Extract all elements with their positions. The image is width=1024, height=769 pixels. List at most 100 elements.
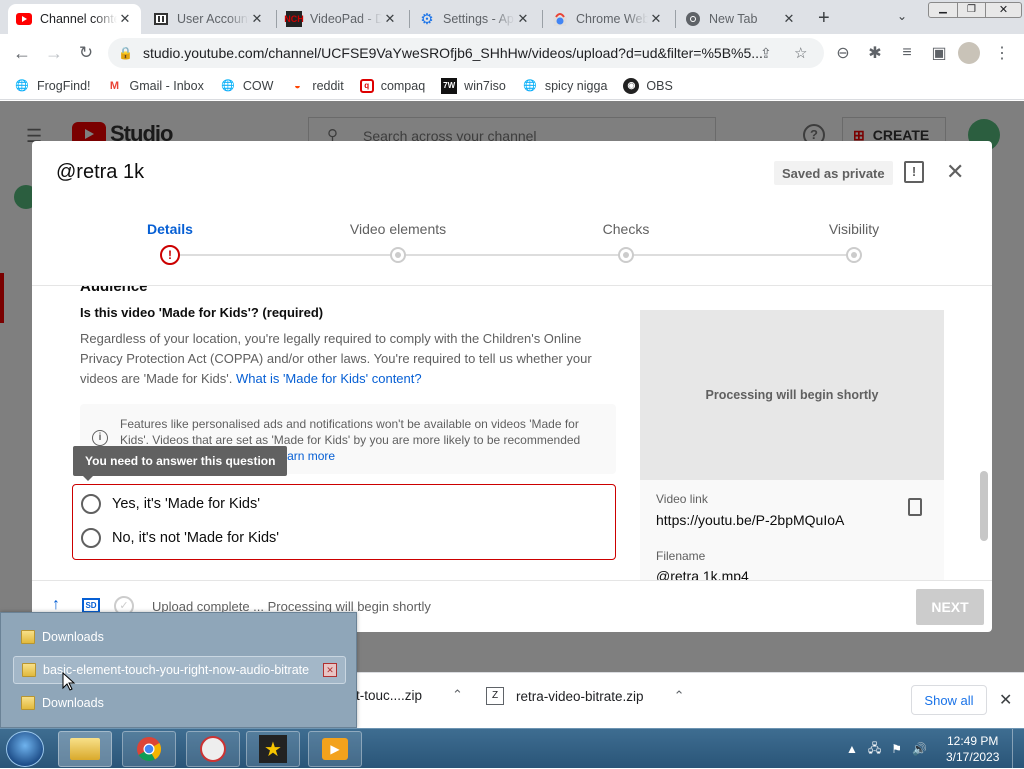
close-tab-icon[interactable]: ✕ [249,11,265,27]
video-link[interactable]: https://youtu.be/P-2bpMQuIoA [656,512,844,528]
film-star-icon: ★ [259,735,287,763]
close-window-icon[interactable]: ✕ [986,2,1022,18]
nch-icon: NCH [284,11,304,27]
reload-icon[interactable]: ↻ [75,42,97,64]
bookmark-obs[interactable]: ◉ OBS [623,77,673,94]
tab-chrome-web-store[interactable]: Chrome Web Store ✕ [544,4,672,34]
close-tab-icon[interactable]: ✕ [382,11,398,27]
taskbar-moviemaker[interactable]: ★ [246,731,300,767]
media-control-icon[interactable]: ≡ [896,42,918,64]
chevron-up-icon[interactable]: ⌃ [452,687,463,703]
github-icon: ◉ [623,77,640,94]
step-details[interactable]: Details [110,221,230,237]
show-hidden-icons-icon[interactable]: ▲ [846,742,858,756]
tab-channel-content[interactable]: Channel content ✕ [8,4,141,34]
info-icon: i [92,430,108,446]
chrome-web-store-icon [552,11,568,27]
radio-yes-made-for-kids[interactable]: Yes, it's 'Made for Kids' [81,494,260,514]
speedometer-icon [200,736,226,762]
settings-gear-icon: ⚙ [420,11,434,28]
extension-icon[interactable]: ⊖ [832,42,854,64]
minimize-icon[interactable]: ▁ [928,2,958,18]
bookmark-star-icon[interactable]: ☆ [794,44,807,62]
globe-icon: 🌐 [15,80,29,92]
close-tab-icon[interactable]: ✕ [515,11,531,27]
tab-title: New Tab [709,12,758,26]
forward-arrow-icon[interactable]: → [43,42,65,64]
gmail-icon: M [109,79,120,92]
bookmark-reddit[interactable]: ◒ reddit [289,78,344,94]
step-video-elements[interactable]: Video elements [338,221,458,237]
details-scroll-area[interactable]: Audience Is this video 'Made for Kids'? … [32,285,992,580]
new-tab-icon[interactable]: + [818,7,830,30]
bookmark-spicy[interactable]: 🌐 spicy nigga [522,78,608,94]
download-filename: t-touc....zip [356,687,423,703]
close-shelf-icon[interactable]: ✕ [999,690,1012,710]
clock[interactable]: 12:49 PM 3/17/2023 [946,729,999,769]
radio-yes-label: Yes, it's 'Made for Kids' [112,496,261,512]
download-item[interactable]: Z retra-video-bitrate.zip ⌃ [486,687,684,705]
remove-icon[interactable]: ✕ [323,663,337,677]
close-dialog-icon[interactable]: ✕ [946,159,964,185]
profile-avatar[interactable] [958,42,980,64]
jumplist-item-downloads[interactable]: Downloads [13,689,104,717]
taskbar-chrome[interactable] [122,731,176,767]
show-all-button[interactable]: Show all [911,685,987,715]
tab-search-chevron-icon[interactable]: ⌄ [897,9,907,23]
bookmark-compaq[interactable]: q compaq [359,78,425,93]
taskbar-explorer[interactable] [58,731,112,767]
sd-badge-icon: SD [82,598,100,613]
folder-icon [21,696,35,710]
step-checks[interactable]: Checks [566,221,686,237]
network-icon[interactable]: 🖧 [868,739,881,760]
close-tab-icon[interactable]: ✕ [648,11,664,27]
jumplist-item-downloads[interactable]: Downloads [13,623,104,651]
restore-icon[interactable]: ❐ [958,2,986,18]
validation-tooltip: You need to answer this question [73,446,288,481]
step-visibility[interactable]: Visibility [794,221,914,237]
volume-icon[interactable]: 🔊 [912,742,927,756]
made-for-kids-link[interactable]: What is 'Made for Kids' content? [236,371,422,386]
next-button[interactable]: NEXT [916,589,984,625]
taskbar-videopad[interactable]: ▶ [308,731,362,767]
error-step-icon: ! [160,245,180,265]
feedback-icon[interactable]: ! [904,161,924,183]
scrollbar-thumb[interactable] [980,471,988,541]
share-icon[interactable]: ⇪ [760,45,772,62]
lock-icon[interactable]: 🔒 [118,46,133,60]
clock-date: 3/17/2023 [946,750,1000,764]
close-tab-icon[interactable]: ✕ [117,11,133,27]
start-button[interactable] [6,731,44,767]
side-panel-icon[interactable]: ▣ [928,42,950,64]
bookmark-frogfind[interactable]: 🌐 FrogFind! [14,78,90,94]
made-for-kids-radio-group: Yes, it's 'Made for Kids' No, it's not '… [72,484,616,560]
back-arrow-icon[interactable]: ← [11,42,33,64]
menu-kebab-icon[interactable]: ⋮ [991,42,1013,64]
flag-error-icon[interactable]: ⚑ [891,742,902,756]
chevron-up-icon[interactable]: ⌃ [674,688,685,704]
tab-new-tab[interactable]: New Tab ✕ [677,4,805,34]
bookmark-cow[interactable]: 🌐 COW [220,78,273,94]
radio-no-made-for-kids[interactable]: No, it's not 'Made for Kids' [81,528,279,548]
taskbar-app[interactable] [186,731,240,767]
copy-icon[interactable] [908,498,922,516]
mouse-cursor-icon [62,672,76,691]
coppa-paragraph: Regardless of your location, you're lega… [80,329,610,389]
tab-settings[interactable]: ⚙ Settings - Appearance ✕ [411,4,539,34]
show-desktop-button[interactable] [1012,729,1024,769]
radio-circle[interactable] [81,528,101,548]
clock-time: 12:49 PM [947,734,999,748]
bookmark-label: spicy nigga [544,78,608,93]
extensions-puzzle-icon[interactable]: ✱ [864,42,886,64]
tab-user-accounts[interactable]: User Accounts ✕ [145,4,273,34]
close-tab-icon[interactable]: ✕ [781,11,797,27]
download-item[interactable]: t-touc....zip ⌃ [356,687,463,703]
chrome-icon [685,11,701,27]
tab-videopad[interactable]: NCH VideoPad - Download ✕ [278,4,406,34]
radio-circle[interactable] [81,494,101,514]
bookmark-win7iso[interactable]: 7W win7iso [441,77,506,94]
user-accounts-icon [153,11,169,27]
bookmark-gmail[interactable]: M Gmail - Inbox [107,78,204,94]
address-bar[interactable]: 🔒 studio.youtube.com/channel/UCFSE9VaYwe… [108,38,824,68]
audience-heading: Audience [80,285,148,295]
